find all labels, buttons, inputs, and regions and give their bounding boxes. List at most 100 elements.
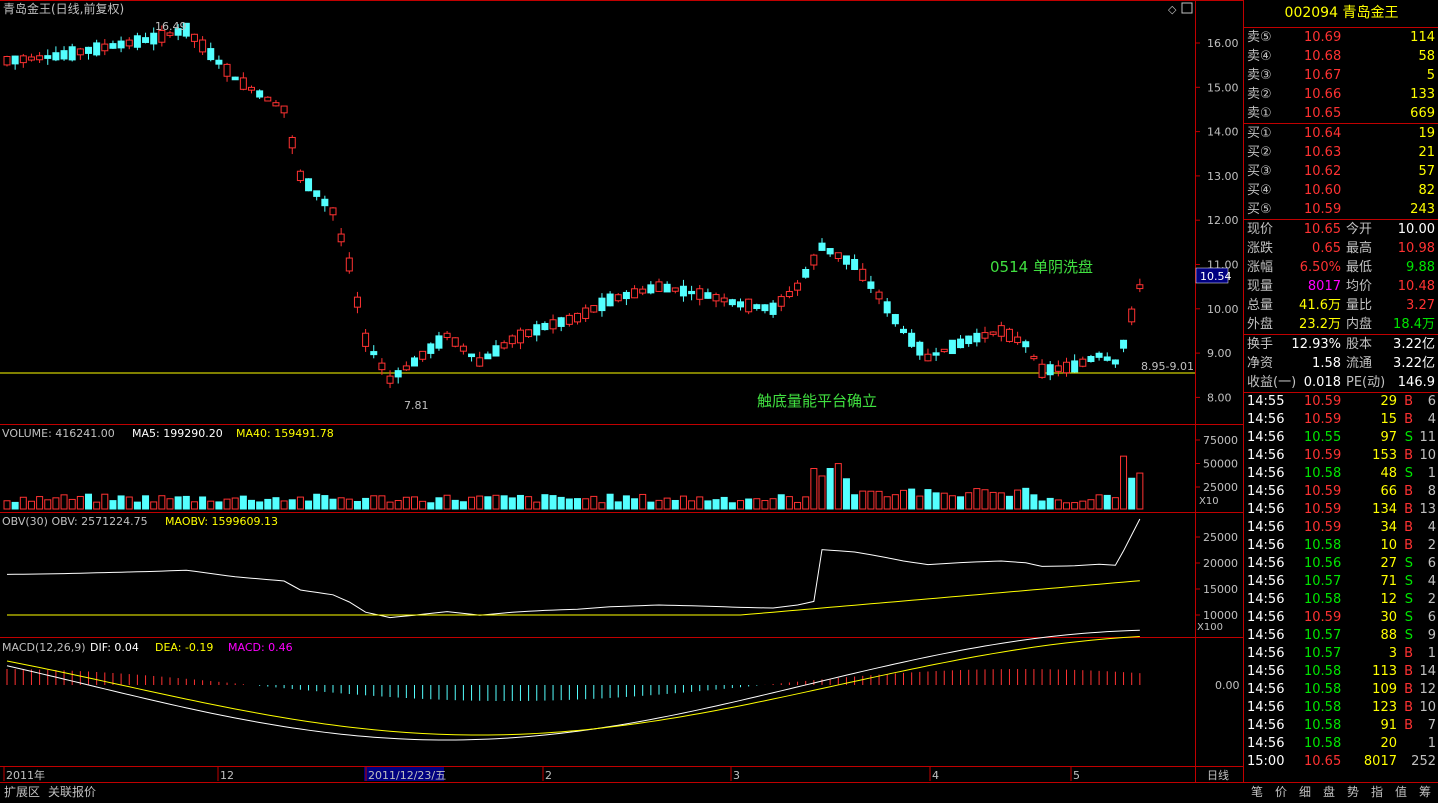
volume-bar: [1054, 499, 1062, 510]
volume-bar: [158, 495, 166, 510]
quote-value: 0.65: [1312, 241, 1341, 256]
tick-count: 4: [1427, 412, 1436, 427]
tab-related-quotes[interactable]: 关联报价: [48, 784, 96, 801]
right-tab[interactable]: 筹: [1419, 784, 1431, 801]
tick-time: 15:00: [1247, 754, 1285, 769]
volume-bar: [296, 496, 304, 510]
volume-bar: [924, 489, 932, 510]
volume-bar: [1005, 495, 1013, 510]
tick-side: S: [1404, 466, 1413, 481]
right-tab[interactable]: 值: [1395, 784, 1407, 801]
tick-time: 14:56: [1247, 430, 1285, 445]
candle-body: [1136, 284, 1144, 290]
ask-volume: 5: [1426, 68, 1435, 83]
volume-bar: [533, 501, 541, 510]
price-tick-label: 13.00: [1207, 170, 1239, 183]
info-value: 0.018: [1303, 375, 1341, 390]
candle-body: [451, 337, 459, 347]
candle-body: [500, 342, 508, 349]
bid-volume: 21: [1418, 145, 1435, 160]
tick-side: S: [1404, 430, 1413, 445]
tick-time: 14:56: [1247, 610, 1285, 625]
volume-bar: [549, 495, 557, 510]
candle-body: [402, 365, 410, 371]
candle-body: [973, 332, 981, 343]
tick-price: 10.59: [1304, 520, 1342, 535]
volume-bar: [1014, 489, 1022, 510]
quote-value: 23.2万: [1299, 317, 1341, 332]
right-tab[interactable]: 指: [1371, 784, 1383, 801]
bid-label: 买⑤: [1247, 202, 1272, 217]
candle-body: [598, 297, 606, 312]
tick-side: S: [1404, 592, 1413, 607]
right-tab[interactable]: 细: [1299, 784, 1311, 801]
candle-body: [1022, 341, 1030, 348]
info-key: 换手: [1247, 337, 1274, 352]
tick-time: 14:56: [1247, 682, 1285, 697]
tick-volume: 91: [1380, 718, 1397, 733]
tick-price: 10.58: [1304, 592, 1342, 607]
volume-bar: [647, 501, 655, 510]
tick-price: 10.65: [1304, 754, 1342, 769]
tick-side: B: [1404, 394, 1413, 409]
candle-body: [468, 353, 476, 358]
candle-body: [1095, 352, 1103, 358]
volume-bar: [753, 498, 761, 510]
tick-time: 14:56: [1247, 484, 1285, 499]
quote-key: 总量: [1247, 298, 1274, 313]
info-key: 收益(一): [1247, 375, 1297, 390]
volume-bar: [663, 497, 671, 510]
volume-bar: [989, 491, 997, 510]
volume-bar: [688, 500, 696, 510]
candle-body: [1103, 356, 1111, 361]
volume-bar: [174, 496, 182, 510]
bid-volume: 19: [1418, 126, 1435, 141]
tab-extended[interactable]: 扩展区: [4, 784, 40, 801]
kline-chart[interactable]: 16.0015.0014.0013.0012.0011.0010.009.008…: [0, 0, 1243, 782]
right-tab[interactable]: 笔: [1251, 784, 1263, 801]
tick-price: 10.58: [1304, 736, 1342, 751]
volume-bar: [52, 497, 60, 510]
quote-key: 外盘: [1247, 317, 1274, 332]
volume-bar: [427, 502, 435, 510]
right-tab[interactable]: 价: [1275, 784, 1287, 801]
tick-price: 10.58: [1304, 538, 1342, 553]
candle-body: [1063, 361, 1070, 374]
candle-body: [696, 288, 704, 300]
obv-tick-label: 10000: [1203, 609, 1238, 622]
volume-bar: [215, 501, 223, 510]
ask-price: 10.68: [1304, 49, 1342, 64]
tick-side: S: [1404, 556, 1413, 571]
right-tab[interactable]: 盘: [1323, 784, 1335, 801]
volume-bar: [1030, 494, 1038, 510]
tick-time: 14:56: [1247, 646, 1285, 661]
candle-body: [794, 282, 802, 291]
candle-body: [761, 304, 769, 312]
candle-body: [44, 55, 52, 59]
tick-side: B: [1404, 538, 1413, 553]
candle-body: [321, 198, 329, 207]
tick-side: S: [1404, 610, 1413, 625]
volume-bar: [362, 497, 370, 510]
date-label: 5: [1073, 769, 1080, 782]
tick-volume: 113: [1372, 664, 1397, 679]
tick-count: 1: [1427, 736, 1436, 751]
quote-key: 内盘: [1346, 317, 1373, 332]
candle-body: [345, 257, 353, 272]
diamond-icon[interactable]: ◇: [1168, 3, 1177, 16]
bid-price: 10.59: [1304, 202, 1342, 217]
quote-value: 10.98: [1397, 241, 1435, 256]
volume-bar: [44, 499, 52, 510]
date-label: 4: [932, 769, 939, 782]
volume-bar: [1128, 477, 1136, 510]
volume-bar: [492, 494, 500, 510]
volume-bar: [720, 496, 728, 510]
volume-bar: [142, 495, 150, 510]
candle-body: [688, 290, 696, 295]
tick-time: 14:56: [1247, 718, 1285, 733]
tick-time: 14:56: [1247, 502, 1285, 517]
volume-bar: [484, 496, 492, 510]
candle-body: [516, 329, 524, 344]
right-tab[interactable]: 势: [1347, 784, 1359, 801]
candle-body: [11, 55, 19, 65]
